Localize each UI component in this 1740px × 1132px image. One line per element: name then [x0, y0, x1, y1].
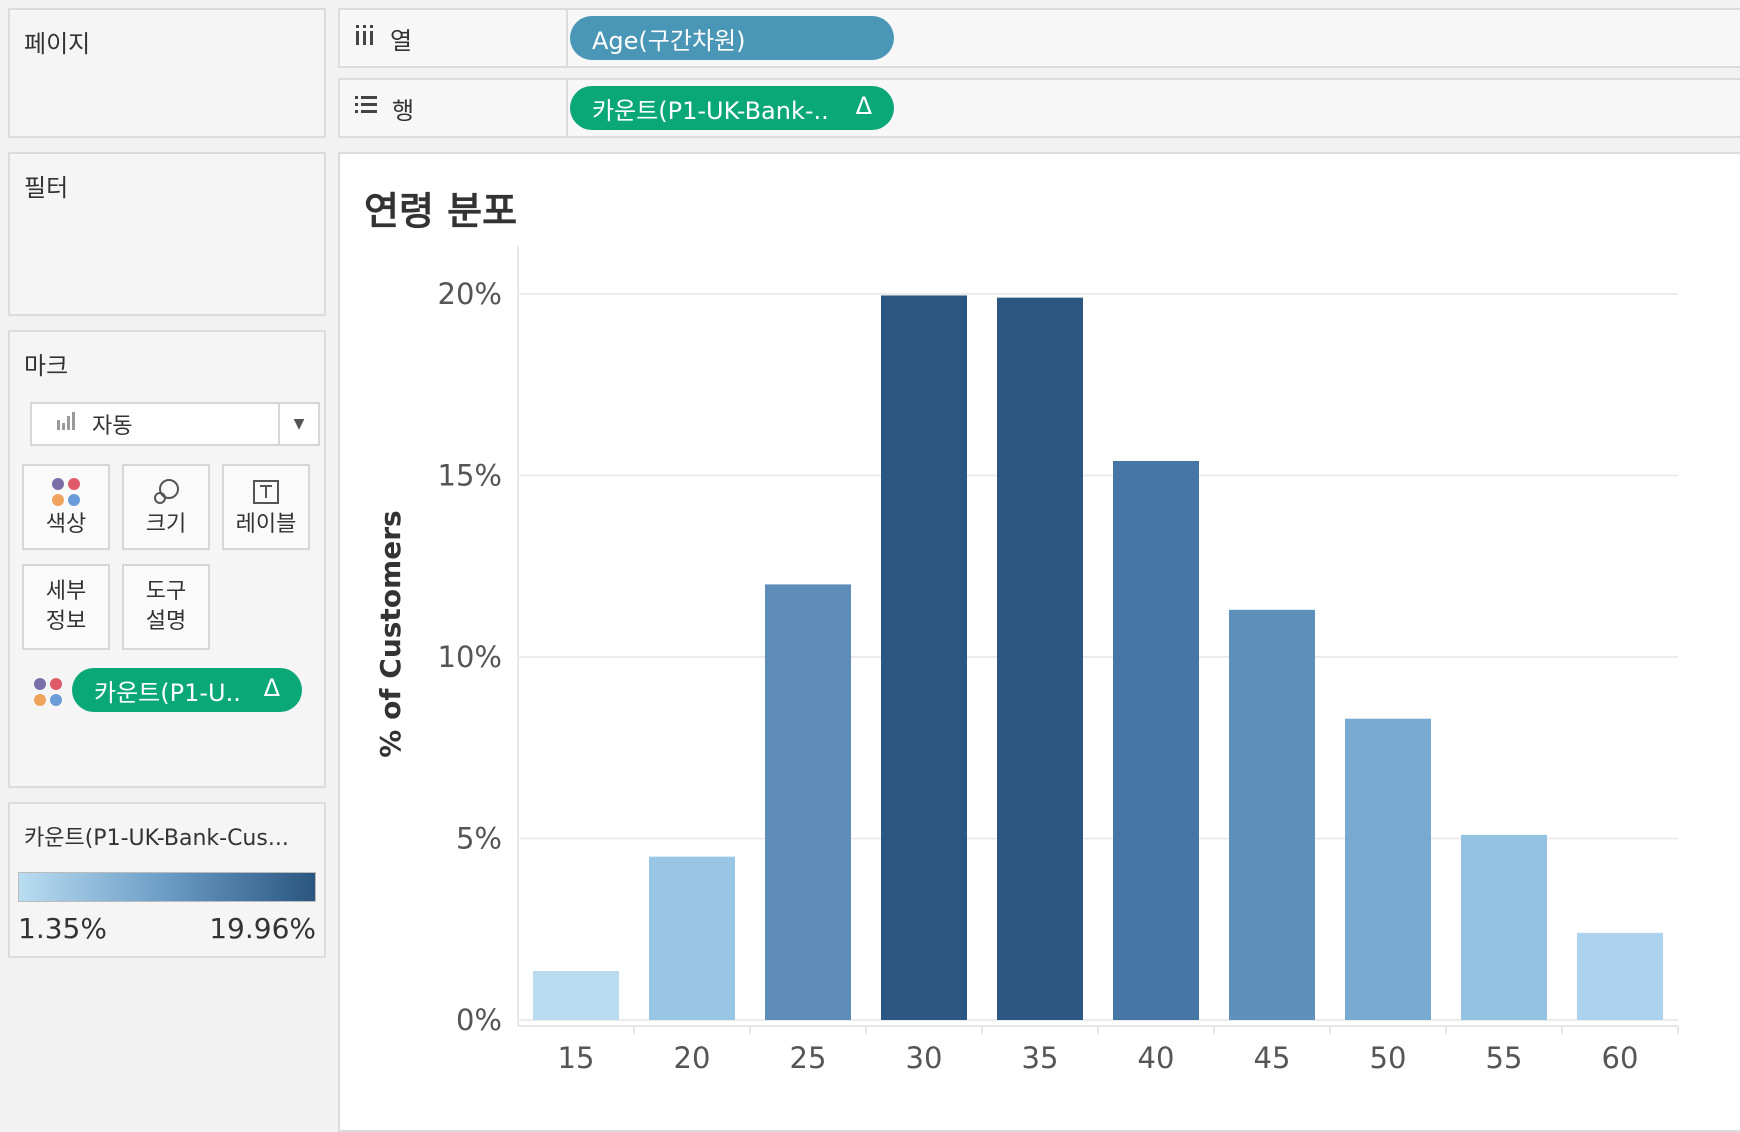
bar-chart-icon: [56, 411, 78, 437]
legend-gradient-bar: [18, 872, 316, 902]
marks-card: 마크 자동 ▼ 색상 크기 레이블 세부 정보 도구 설명 카운트(P1-U..…: [8, 330, 326, 788]
rows-shelf-title: 행: [392, 96, 415, 125]
x-tick-label: 55: [1486, 1041, 1523, 1075]
bar-chart: 0% 5% 10% 15% 20% 15 20 25 30 35 40 45 50 55 60 % of Cu…: [374, 246, 1679, 1075]
x-tick-label: 30: [906, 1041, 943, 1075]
legend-title: 카운트(P1-UK-Bank-Cus...: [24, 826, 289, 851]
columns-shelf[interactable]: 열 Age(구간차원): [338, 8, 1740, 68]
color-button[interactable]: 색상: [22, 464, 110, 550]
bar-40: [1113, 460, 1199, 1021]
bar-35: [997, 297, 1083, 1020]
detail-button[interactable]: 세부 정보: [22, 564, 110, 650]
legend-max-value: 19.96%: [209, 912, 316, 945]
rows-shelf-label: 행: [340, 80, 568, 136]
rows-field-pill-label: 카운트(P1-UK-Bank-..: [592, 96, 829, 125]
color-field-dots-icon: [34, 678, 62, 706]
mark-type-dropdown[interactable]: 자동 ▼: [30, 402, 320, 446]
marks-card-title: 마크: [24, 352, 69, 380]
label-button[interactable]: 레이블: [222, 464, 310, 550]
pages-card: 페이지: [8, 8, 326, 138]
bar-50: [1345, 718, 1431, 1020]
y-axis-title: % of Customers: [374, 510, 407, 757]
filters-card[interactable]: 필터: [8, 152, 326, 316]
y-tick-label: 10%: [438, 640, 502, 674]
y-tick-label: 5%: [456, 822, 502, 856]
x-tick-label: 60: [1602, 1041, 1639, 1075]
color-button-label: 색상: [45, 512, 87, 537]
columns-field-pill[interactable]: Age(구간차원): [570, 16, 894, 60]
label-button-label: 레이블: [235, 512, 297, 537]
size-button[interactable]: 크기: [122, 464, 210, 550]
color-field-pill-label: 카운트(P1-U..: [94, 678, 241, 707]
color-legend-card[interactable]: 카운트(P1-UK-Bank-Cus... 1.35% 19.96%: [8, 802, 326, 958]
bar-30: [881, 295, 967, 1020]
bar-15: [533, 970, 619, 1020]
color-field-pill[interactable]: 카운트(P1-U.. Δ: [72, 668, 302, 712]
tooltip-button[interactable]: 도구 설명: [122, 564, 210, 650]
rows-icon: [354, 94, 378, 122]
detail-button-label-2: 정보: [45, 609, 87, 634]
filters-card-title: 필터: [24, 174, 69, 202]
bar-20: [649, 856, 735, 1020]
x-tick-label: 20: [674, 1041, 711, 1075]
x-tick-label: 25: [790, 1041, 827, 1075]
x-tick-label: 40: [1138, 1041, 1175, 1075]
size-icon: [151, 474, 181, 510]
tooltip-button-label-1: 도구: [145, 579, 187, 604]
y-tick-label: 0%: [456, 1003, 502, 1037]
columns-field-pill-label: Age(구간차원): [592, 26, 746, 55]
color-dots-icon: [52, 478, 80, 506]
text-label-icon: [252, 474, 280, 510]
pages-card-title: 페이지: [24, 30, 91, 58]
detail-button-label-1: 세부: [45, 579, 87, 604]
columns-icon: [354, 24, 376, 52]
size-button-label: 크기: [145, 512, 187, 537]
calculation-delta-icon: Δ: [263, 674, 280, 702]
rows-shelf[interactable]: 행 카운트(P1-UK-Bank-.. Δ: [338, 78, 1740, 138]
bar-55: [1461, 834, 1547, 1020]
x-tick-label: 35: [1022, 1041, 1059, 1075]
rows-field-pill[interactable]: 카운트(P1-UK-Bank-.. Δ: [570, 86, 894, 130]
bar-25: [765, 584, 851, 1020]
legend-min-value: 1.35%: [18, 912, 107, 945]
x-tick-label: 45: [1254, 1041, 1291, 1075]
chart-view: 연령 분포 0% 5% 10% 15% 20% 15 20 25 30 35 40 45 50 55 60%…: [338, 152, 1740, 1132]
bar-60: [1577, 932, 1663, 1020]
chevron-down-icon[interactable]: ▼: [278, 404, 318, 444]
tooltip-button-label-2: 설명: [145, 609, 187, 634]
columns-shelf-title: 열: [390, 26, 413, 55]
bar-45: [1229, 609, 1315, 1020]
y-tick-label: 20%: [438, 277, 502, 311]
x-tick-label: 50: [1370, 1041, 1407, 1075]
calculation-delta-icon: Δ: [855, 92, 872, 120]
y-tick-label: 15%: [438, 459, 502, 493]
mark-type-label: 자동: [92, 414, 133, 439]
columns-shelf-label: 열: [340, 10, 568, 66]
x-tick-label: 15: [558, 1041, 595, 1075]
